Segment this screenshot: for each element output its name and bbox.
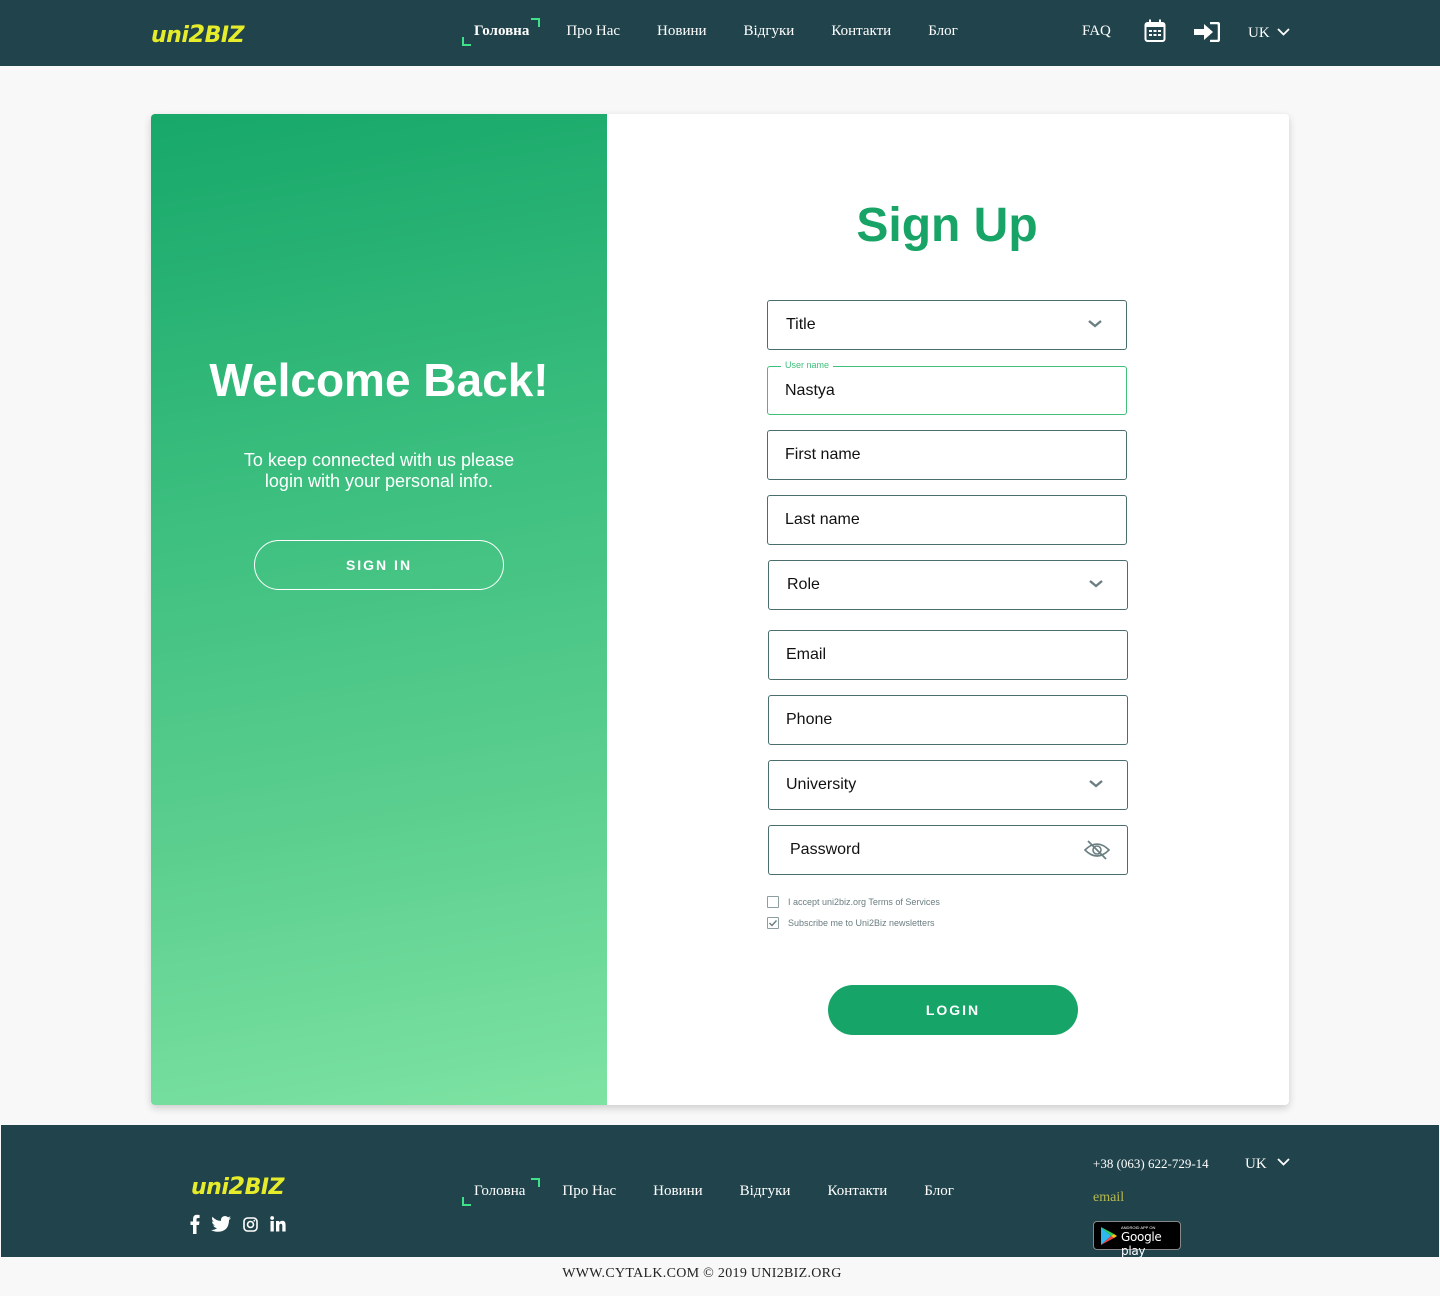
first-name-placeholder: First name (785, 446, 861, 463)
title-select[interactable]: Title (767, 300, 1127, 350)
footer-nav: Головна Про Нас Новини Відгуки Контакти … (474, 1183, 954, 1200)
language-selector[interactable]: UK (1248, 25, 1270, 42)
active-nav-corner-top (531, 18, 540, 27)
terms-checkbox-row[interactable]: I accept uni2biz.org Terms of Services (767, 896, 940, 908)
nav-item-about[interactable]: Про Нас (566, 23, 620, 40)
logo-text-post: biz (204, 23, 245, 48)
phone-placeholder: Phone (786, 711, 833, 728)
footer-language-label: UK (1245, 1156, 1267, 1172)
terms-checkbox[interactable] (767, 896, 779, 908)
footer-active-nav-corner-bottom (462, 1197, 471, 1206)
footer-logo[interactable]: uni2biz (191, 1172, 284, 1200)
first-name-field[interactable]: First name (767, 430, 1127, 480)
last-name-placeholder: Last name (785, 511, 860, 528)
welcome-panel (151, 114, 607, 1105)
chevron-down-icon (1089, 780, 1103, 788)
username-floating-label: User name (781, 360, 834, 370)
calendar-icon[interactable] (1144, 19, 1166, 43)
linkedin-icon[interactable] (270, 1216, 286, 1232)
facebook-icon[interactable] (190, 1214, 200, 1234)
nav-item-home[interactable]: Головна (474, 23, 529, 40)
phone-field[interactable]: Phone (768, 695, 1128, 745)
password-field[interactable]: Password (768, 825, 1128, 875)
newsletter-checkbox-row[interactable]: Subscribe me to Uni2Biz newsletters (767, 917, 935, 929)
footer-email[interactable]: email (1093, 1190, 1124, 1206)
university-select-label: University (786, 776, 857, 793)
username-value: Nastya (785, 382, 835, 399)
chevron-down-icon (1088, 320, 1102, 328)
sign-in-icon[interactable] (1194, 22, 1220, 42)
chevron-down-icon (1089, 580, 1103, 588)
eye-off-icon[interactable] (1083, 838, 1111, 862)
google-play-text: Google play (1121, 1230, 1162, 1258)
google-play-badge[interactable]: ANDROID APP ON Google play (1093, 1221, 1181, 1258)
footer-nav-item-home[interactable]: Головна (474, 1183, 525, 1200)
chevron-down-icon[interactable] (1277, 1158, 1290, 1166)
copyright: WWW.CYTALK.COM © 2019 UNI2BIZ.ORG (562, 1266, 842, 1281)
role-select-label: Role (787, 576, 820, 593)
google-play-icon (1101, 1227, 1117, 1245)
footer-nav-item-reviews[interactable]: Відгуки (740, 1183, 791, 1200)
newsletter-label: Subscribe me to Uni2Biz newsletters (788, 918, 935, 928)
footer-language-selector[interactable]: UK (1245, 1156, 1267, 1173)
header-logo[interactable]: uni2biz (151, 20, 244, 48)
logo-text-post: biz (244, 1175, 285, 1200)
role-select[interactable]: Role (768, 560, 1128, 610)
nav-item-blog[interactable]: Блог (928, 23, 958, 40)
newsletter-checkbox[interactable] (767, 917, 779, 929)
footer-phone[interactable]: +38 (063) 622-729-14 (1093, 1156, 1209, 1172)
sign-up-title: Sign Up (856, 199, 1038, 252)
logo-text-two: 2 (228, 1172, 245, 1200)
footer-nav-item-news[interactable]: Новини (653, 1183, 703, 1200)
logo-text-pre: uni (191, 1175, 229, 1200)
faq-link[interactable]: FAQ (1082, 23, 1111, 40)
footer-nav-item-blog[interactable]: Блог (924, 1183, 954, 1200)
password-placeholder: Password (790, 841, 861, 858)
checkmark-icon (769, 920, 778, 927)
nav-item-contacts[interactable]: Контакти (831, 23, 891, 40)
active-nav-corner-bottom (462, 37, 471, 46)
logo-text-two: 2 (188, 20, 205, 48)
footer-nav-item-about[interactable]: Про Нас (562, 1183, 616, 1200)
nav-item-reviews[interactable]: Відгуки (744, 23, 795, 40)
title-select-label: Title (786, 316, 816, 333)
twitter-icon[interactable] (211, 1216, 231, 1232)
terms-label: I accept uni2biz.org Terms of Services (788, 897, 940, 907)
nav-item-news[interactable]: Новини (657, 23, 707, 40)
email-placeholder: Email (786, 646, 827, 663)
login-button[interactable]: LOGIN (828, 985, 1078, 1035)
email-field[interactable]: Email (768, 630, 1128, 680)
header-nav: Головна Про Нас Новини Відгуки Контакти … (474, 23, 958, 40)
chevron-down-icon[interactable] (1277, 28, 1290, 36)
university-select[interactable]: University (768, 760, 1128, 810)
instagram-icon[interactable] (243, 1217, 258, 1232)
language-label: UK (1248, 25, 1270, 41)
last-name-field[interactable]: Last name (767, 495, 1127, 545)
logo-text-pre: uni (151, 23, 189, 48)
welcome-title: Welcome Back! (209, 354, 549, 406)
sign-in-button[interactable]: SIGN IN (254, 540, 504, 590)
footer-active-nav-corner-top (531, 1178, 540, 1187)
welcome-subtitle: To keep connected with us please login w… (243, 450, 515, 491)
footer-nav-item-contacts[interactable]: Контакти (827, 1183, 887, 1200)
username-field[interactable]: User name Nastya (767, 360, 1127, 415)
